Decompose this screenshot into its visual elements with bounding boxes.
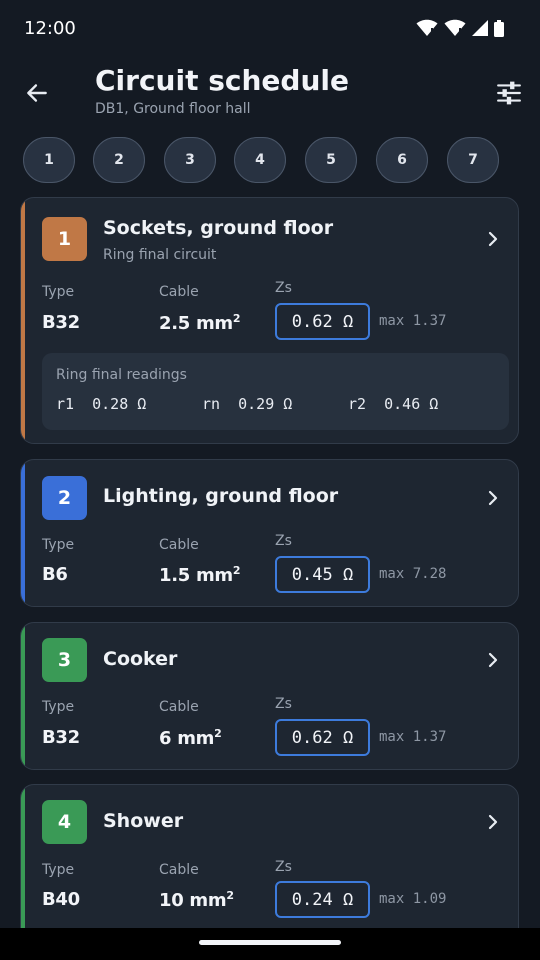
back-button[interactable] bbox=[20, 76, 54, 110]
r1-reading: r1 0.28 Ω bbox=[56, 395, 147, 413]
circuit-subtitle: Ring final circuit bbox=[103, 247, 217, 263]
cable-label: Cable bbox=[159, 284, 199, 300]
cable-size: 1.5 mm2 bbox=[159, 564, 241, 586]
cable-size: 2.5 mm2 bbox=[159, 312, 241, 334]
breaker-type: B32 bbox=[42, 312, 80, 333]
card-accent-bar bbox=[21, 785, 25, 943]
status-bar: 12:00 bbox=[0, 0, 540, 56]
zs-label: Zs bbox=[275, 533, 292, 549]
zs-max: max 1.37 bbox=[379, 313, 447, 329]
battery-icon bbox=[494, 19, 504, 37]
zs-max: max 1.37 bbox=[379, 729, 447, 745]
circuit-chip-row: 1 2 3 4 5 6 7 bbox=[23, 137, 523, 183]
breaker-type: B32 bbox=[42, 727, 80, 748]
wifi-icon-alert bbox=[444, 19, 466, 36]
type-label: Type bbox=[42, 537, 75, 553]
circuit-chip-3[interactable]: 3 bbox=[164, 137, 216, 183]
breaker-type: B40 bbox=[42, 889, 80, 910]
zs-label: Zs bbox=[275, 280, 292, 296]
ring-final-readings: Ring final readings r1 0.28 Ω rn 0.29 Ω … bbox=[42, 353, 509, 430]
chevron-right-icon[interactable] bbox=[483, 650, 503, 670]
circuit-name: Sockets, ground floor bbox=[103, 217, 334, 239]
circuit-name: Shower bbox=[103, 810, 184, 832]
circuit-number-badge: 2 bbox=[42, 476, 87, 520]
circuit-number-badge: 3 bbox=[42, 638, 87, 682]
circuit-chip-1[interactable]: 1 bbox=[23, 137, 75, 183]
zs-label: Zs bbox=[275, 696, 292, 712]
breaker-type: B6 bbox=[42, 564, 68, 585]
circuit-chip-7[interactable]: 7 bbox=[447, 137, 499, 183]
tune-icon bbox=[497, 81, 521, 105]
card-accent-bar bbox=[21, 623, 25, 769]
cable-size-value: 2.5 mm bbox=[159, 313, 233, 334]
chevron-right-icon[interactable] bbox=[483, 229, 503, 249]
arrow-back-icon bbox=[27, 84, 47, 102]
chevron-right-icon[interactable] bbox=[483, 812, 503, 832]
zs-max: max 1.09 bbox=[379, 891, 447, 907]
cable-size: 6 mm2 bbox=[159, 727, 222, 749]
circuit-card[interactable]: 1 Sockets, ground floor Ring final circu… bbox=[20, 197, 519, 444]
zs-input[interactable]: 0.45 Ω bbox=[275, 556, 370, 593]
circuit-chip-5[interactable]: 5 bbox=[305, 137, 357, 183]
chevron-right-icon[interactable] bbox=[483, 488, 503, 508]
cable-label: Cable bbox=[159, 537, 199, 553]
r2-reading: r2 0.46 Ω bbox=[348, 395, 439, 413]
circuit-name: Lighting, ground floor bbox=[103, 485, 339, 507]
circuit-number-badge: 4 bbox=[42, 800, 87, 844]
zs-input[interactable]: 0.24 Ω bbox=[275, 881, 370, 918]
circuit-card[interactable]: 3 Cooker Type B32 Cable 6 mm2 Zs 0.62 Ω … bbox=[20, 622, 519, 770]
cable-size-value: 1.5 mm bbox=[159, 565, 233, 586]
cable-size-exponent: 2 bbox=[226, 889, 234, 902]
circuit-card[interactable]: 4 Shower Type B40 Cable 10 mm2 Zs 0.24 Ω… bbox=[20, 784, 519, 944]
status-icons bbox=[416, 19, 504, 37]
circuit-card[interactable]: 2 Lighting, ground floor Type B6 Cable 1… bbox=[20, 459, 519, 607]
zs-max: max 7.28 bbox=[379, 566, 447, 582]
circuit-chip-6[interactable]: 6 bbox=[376, 137, 428, 183]
home-gesture-handle[interactable] bbox=[199, 940, 341, 945]
circuit-chip-2[interactable]: 2 bbox=[93, 137, 145, 183]
cable-label: Cable bbox=[159, 862, 199, 878]
circuit-chip-4[interactable]: 4 bbox=[234, 137, 286, 183]
cable-size-value: 10 mm bbox=[159, 890, 227, 911]
cable-size-exponent: 2 bbox=[232, 564, 241, 577]
circuit-number-badge: 1 bbox=[42, 217, 87, 261]
zs-label: Zs bbox=[275, 859, 292, 875]
zs-input[interactable]: 0.62 Ω bbox=[275, 719, 370, 756]
cable-size: 10 mm2 bbox=[159, 889, 234, 911]
type-label: Type bbox=[42, 699, 75, 715]
card-accent-bar bbox=[21, 460, 25, 606]
cable-size-exponent: 2 bbox=[214, 727, 222, 740]
cable-size-value: 6 mm bbox=[159, 728, 215, 749]
circuit-name: Cooker bbox=[103, 648, 178, 670]
rn-reading: rn 0.29 Ω bbox=[202, 395, 293, 413]
wifi-icon bbox=[416, 19, 438, 36]
zs-input[interactable]: 0.62 Ω bbox=[275, 303, 370, 340]
status-time: 12:00 bbox=[24, 17, 76, 39]
type-label: Type bbox=[42, 284, 75, 300]
ring-readings-title: Ring final readings bbox=[56, 367, 187, 383]
signal-icon bbox=[472, 20, 488, 36]
cable-label: Cable bbox=[159, 699, 199, 715]
filter-button[interactable] bbox=[492, 76, 526, 110]
type-label: Type bbox=[42, 862, 75, 878]
card-accent-bar bbox=[21, 198, 25, 443]
page-title: Circuit schedule bbox=[95, 64, 349, 97]
page-subtitle: DB1, Ground floor hall bbox=[95, 101, 251, 117]
cable-size-exponent: 2 bbox=[232, 312, 241, 325]
app-bar: Circuit schedule DB1, Ground floor hall bbox=[0, 60, 540, 124]
